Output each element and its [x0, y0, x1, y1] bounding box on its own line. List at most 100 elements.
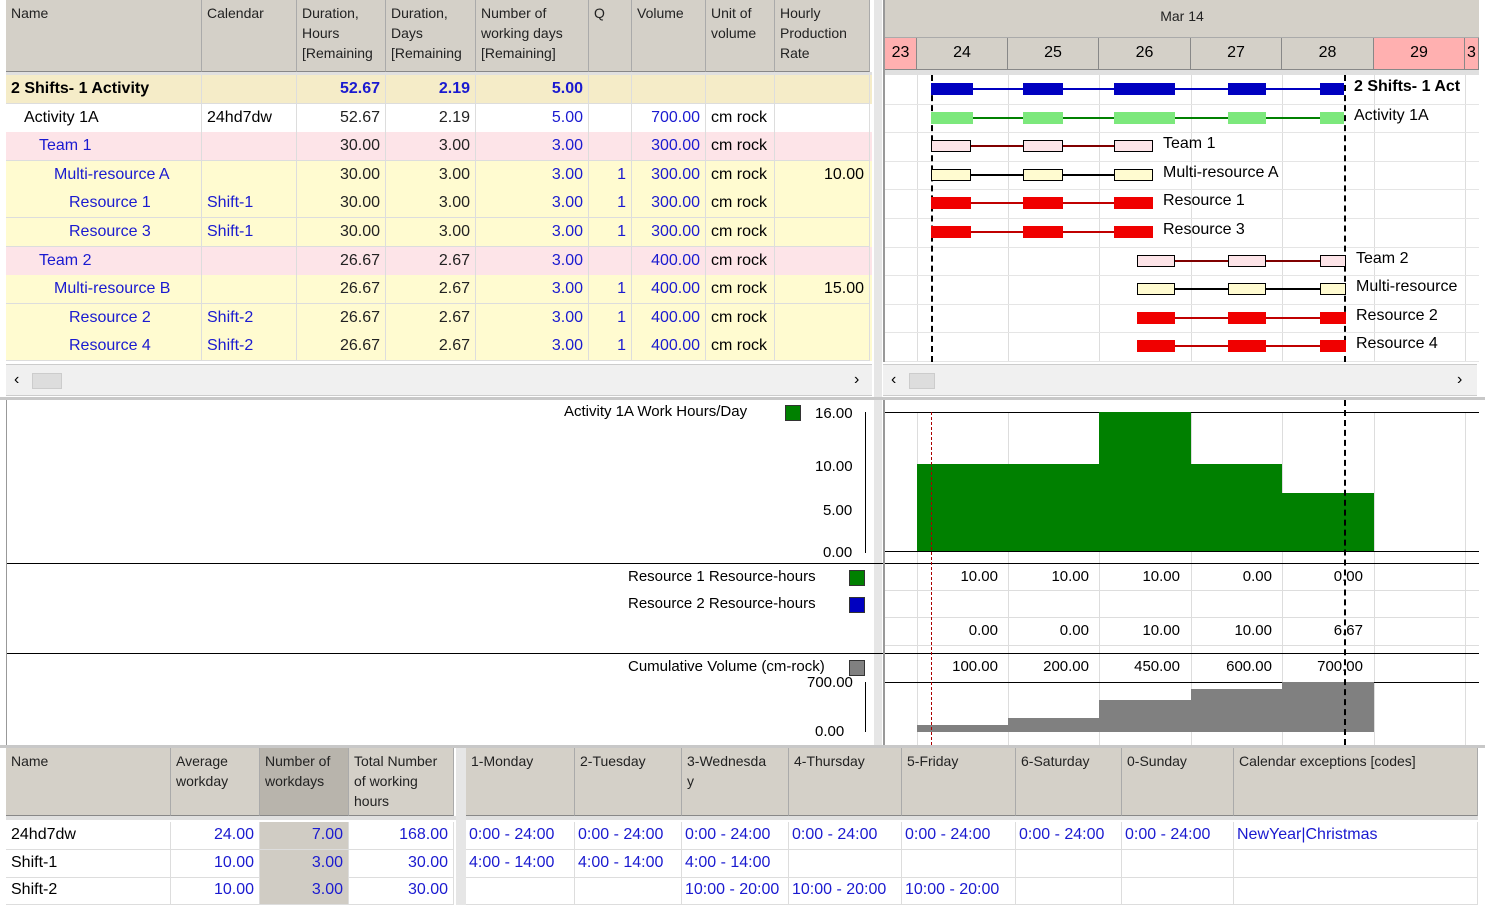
cell-name[interactable]: Multi-resource B	[6, 275, 202, 305]
cell-weekday-hours[interactable]: 10:00 - 20:00	[902, 877, 1016, 905]
gantt-bar[interactable]	[1320, 340, 1346, 353]
gantt-bar[interactable]	[931, 83, 973, 95]
cell-name[interactable]: 24hd7dw	[6, 822, 171, 850]
cell-weekday-hours[interactable]: 10:00 - 20:00	[789, 877, 902, 905]
column-header[interactable]: Number of working days [Remaining]	[476, 0, 589, 72]
cell-weekday-hours[interactable]	[1016, 849, 1122, 878]
cell-name[interactable]: Resource 4	[6, 332, 202, 362]
cell-name[interactable]: Multi-resource A	[6, 160, 202, 190]
table-row[interactable]: 0:00 - 24:00 0:00 - 24:00 0:00 - 24:00 0:00…	[466, 822, 1478, 850]
table-row[interactable]: 24hd7dw 24.00 7.00 168.00	[6, 822, 456, 850]
scroll-right-icon[interactable]: ›	[1457, 371, 1462, 389]
table-row[interactable]: Team 1 30.00 3.00 3.00 300.00 cm rock	[6, 132, 872, 162]
gantt-bar[interactable]	[1023, 111, 1063, 124]
column-header[interactable]: Volume	[632, 0, 706, 72]
cell-weekday-hours[interactable]	[1234, 849, 1478, 878]
gantt-day-header[interactable]: 24	[917, 38, 1008, 70]
gantt-day-header[interactable]: 3	[1465, 38, 1479, 70]
column-header[interactable]: 0-Sunday	[1122, 748, 1234, 816]
scroll-thumb[interactable]	[32, 373, 62, 389]
cell-weekday-hours[interactable]: 0:00 - 24:00	[575, 822, 682, 850]
gantt-bar[interactable]	[931, 111, 973, 124]
gantt-bar[interactable]	[1228, 111, 1266, 124]
scroll-left-icon[interactable]: ‹	[891, 371, 896, 389]
cell-name[interactable]: Shift-2	[6, 877, 171, 905]
gantt-bar[interactable]	[1320, 111, 1344, 124]
gantt-bar[interactable]	[1320, 83, 1344, 95]
cell-name[interactable]: Resource 1	[6, 189, 202, 219]
table-row[interactable]: Multi-resource B 26.67 2.67 3.00 1 400.00 cm r…	[6, 275, 872, 305]
cell-weekday-hours[interactable]: 0:00 - 24:00	[1016, 822, 1122, 850]
gantt-bar[interactable]	[931, 226, 971, 238]
cell-name[interactable]: Resource 2	[6, 303, 202, 333]
gantt-bar[interactable]	[1228, 254, 1266, 267]
gantt-bar[interactable]	[1023, 226, 1063, 238]
cell-weekday-hours[interactable]	[1234, 877, 1478, 905]
table-row[interactable]: Team 2 26.67 2.67 3.00 400.00 cm rock	[6, 246, 872, 276]
task-table-hscrollbar[interactable]: ‹ ›	[6, 364, 872, 396]
table-row[interactable]: Resource 3 Shift-1 30.00 3.00 3.00 1 300.00 cm …	[6, 218, 872, 247]
gantt-hscrollbar[interactable]: ‹ ›	[883, 364, 1477, 396]
column-header[interactable]: Calendar exceptions [codes]	[1234, 748, 1478, 816]
column-header[interactable]: Q	[589, 0, 632, 72]
column-header[interactable]: Unit of volume	[706, 0, 775, 72]
cell-weekday-hours[interactable]	[1122, 849, 1234, 878]
cell-weekday-hours[interactable]	[466, 877, 575, 905]
gantt-bar[interactable]	[1114, 140, 1153, 153]
table-row[interactable]: 10:00 - 20:00 10:00 - 20:00 10:00 - 20:00	[466, 877, 1478, 905]
column-header[interactable]: Hourly Production Rate	[775, 0, 870, 72]
cell-weekday-hours[interactable]	[1016, 877, 1122, 905]
cell-weekday-hours[interactable]	[575, 877, 682, 905]
cell-name[interactable]: Resource 3	[6, 218, 202, 247]
column-header[interactable]: 2-Tuesday	[575, 748, 682, 816]
gantt-day-header[interactable]: 25	[1008, 38, 1099, 70]
gantt-bar[interactable]	[1023, 140, 1063, 153]
table-row[interactable]: 4:00 - 14:00 4:00 - 14:00 4:00 - 14:00	[466, 849, 1478, 878]
cell-weekday-hours[interactable]: 0:00 - 24:00	[1122, 822, 1234, 850]
column-header[interactable]: Number of workdays	[260, 748, 349, 816]
cell-weekday-hours[interactable]: 0:00 - 24:00	[682, 822, 789, 850]
gantt-bar[interactable]	[1137, 340, 1175, 353]
column-header[interactable]: Calendar	[202, 0, 297, 72]
cell-name[interactable]: Team 1	[6, 132, 202, 162]
gantt-bar[interactable]	[1228, 283, 1266, 296]
cell-weekday-hours[interactable]: NewYear|Christmas	[1234, 822, 1478, 850]
column-header[interactable]: 6-Saturday	[1016, 748, 1122, 816]
table-row[interactable]: Resource 2 Shift-2 26.67 2.67 3.00 1 400.00 cm …	[6, 303, 872, 333]
cell-name[interactable]: Team 2	[6, 246, 202, 276]
cell-weekday-hours[interactable]	[789, 849, 902, 878]
table-row[interactable]: Multi-resource A 30.00 3.00 3.00 1 300.00 cm r…	[6, 160, 872, 190]
table-row[interactable]: Resource 1 Shift-1 30.00 3.00 3.00 1 300.00 cm …	[6, 189, 872, 219]
scroll-right-icon[interactable]: ›	[854, 371, 859, 389]
cell-weekday-hours[interactable]: 0:00 - 24:00	[789, 822, 902, 850]
gantt-bar[interactable]	[1137, 283, 1175, 296]
cell-weekday-hours[interactable]: 0:00 - 24:00	[902, 822, 1016, 850]
gantt-bar[interactable]	[1114, 111, 1175, 124]
gantt-bar[interactable]	[1228, 83, 1266, 95]
column-header[interactable]: Total Number of working hours	[349, 748, 454, 816]
table-row[interactable]: Activity 1A 24hd7dw 52.67 2.19 5.00 700.00 cm …	[6, 103, 872, 133]
gantt-bar[interactable]	[1023, 168, 1063, 181]
gantt-bar[interactable]	[1228, 311, 1266, 324]
table-row[interactable]: Shift-2 10.00 3.00 30.00	[6, 877, 456, 905]
gantt-bar[interactable]	[1114, 226, 1153, 238]
scroll-left-icon[interactable]: ‹	[14, 371, 19, 389]
gantt-day-header[interactable]: 23	[885, 38, 917, 70]
gantt-day-header[interactable]: 27	[1191, 38, 1282, 70]
column-header[interactable]: Duration, Hours [Remaining	[297, 0, 386, 72]
table-row[interactable]: Resource 4 Shift-2 26.67 2.67 3.00 1 400.00 cm …	[6, 332, 872, 362]
column-header[interactable]: 1-Monday	[466, 748, 575, 816]
column-header[interactable]: 5-Friday	[902, 748, 1016, 816]
gantt-bar[interactable]	[1228, 340, 1266, 353]
column-header[interactable]: Average workday	[171, 748, 260, 816]
cell-weekday-hours[interactable]	[1122, 877, 1234, 905]
gantt-bar[interactable]	[931, 168, 971, 181]
table-row[interactable]: Shift-1 10.00 3.00 30.00	[6, 849, 456, 878]
cell-name[interactable]: Shift-1	[6, 849, 171, 878]
gantt-bar[interactable]	[1320, 283, 1346, 296]
column-header[interactable]: 4-Thursday	[789, 748, 902, 816]
gantt-bar[interactable]	[1320, 254, 1346, 267]
cell-weekday-hours[interactable]: 4:00 - 14:00	[682, 849, 789, 878]
column-header[interactable]: Name	[6, 0, 202, 72]
gantt-bar[interactable]	[1114, 197, 1153, 210]
